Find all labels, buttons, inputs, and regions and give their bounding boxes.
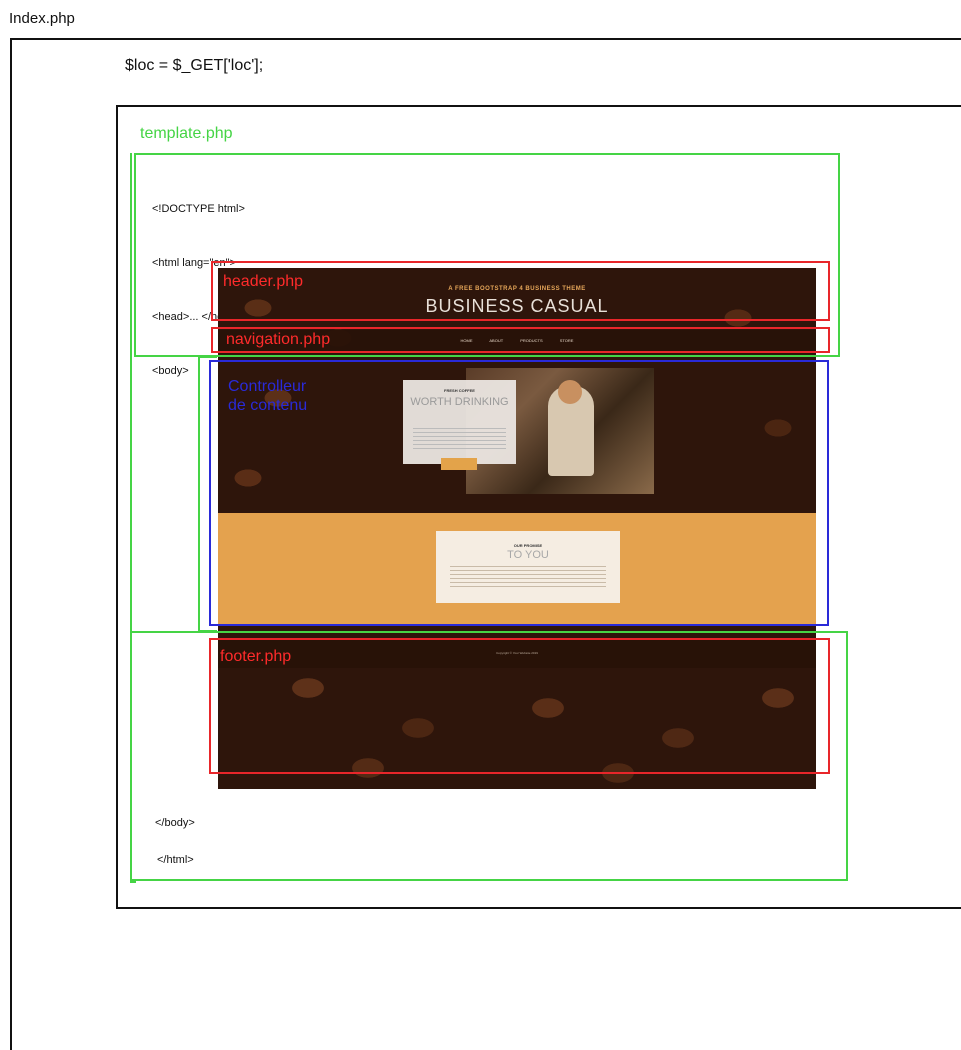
footer-region-label: footer.php	[220, 648, 292, 665]
code-close-body: </body>	[155, 817, 195, 829]
code-close-html: </html>	[157, 854, 194, 866]
index-filename-label: Index.php	[9, 10, 75, 27]
template-filename-label: template.php	[140, 125, 233, 142]
header-region-box	[211, 261, 830, 321]
index-code-line: $loc = $_GET['loc'];	[125, 57, 264, 74]
header-region-label: header.php	[223, 273, 304, 290]
footer-region-box	[209, 638, 830, 774]
content-controller-label: Controlleur de contenu	[228, 378, 308, 414]
navigation-region-label: navigation.php	[226, 331, 331, 348]
